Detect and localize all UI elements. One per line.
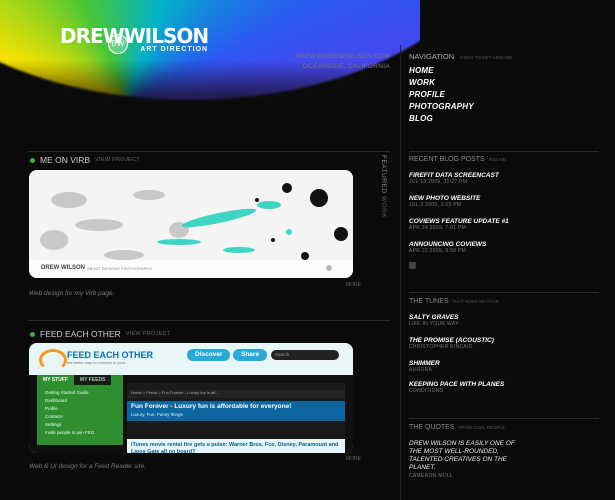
sidebar-item[interactable]: Contacts <box>37 413 123 421</box>
more-link[interactable]: MORE <box>346 282 361 288</box>
tunes-heading: THE TUNES THAT ROCK MY FACE <box>409 298 500 305</box>
divider <box>28 320 390 321</box>
tune-item[interactable]: SHIMMER AURORA <box>409 360 440 373</box>
nav-profile[interactable]: PROFILE <box>409 90 474 102</box>
section-title: FEED EACH OTHER <box>40 329 121 339</box>
story-title: Fun Forever - Luxury fun is affordable f… <box>131 403 292 410</box>
view-project-link[interactable]: VIEW PROJECT <box>126 331 171 337</box>
section-caption: Web design for my Virb page. <box>29 290 115 297</box>
section-caption: Web & UI design for a Feed Reader site. <box>29 463 146 470</box>
blog-post[interactable]: COVIEWS FEATURE UPDATE #1 APR 24 2009, 7:… <box>409 218 509 231</box>
blog-post[interactable]: FIREFIT DATA SCREENCAST JUL 18 2009, 11:2… <box>409 172 499 185</box>
section-title: ME ON VIRB <box>40 155 91 165</box>
story-sub: Luxury, Fun, Funny things <box>131 412 183 417</box>
section-feed-heading: FEED EACH OTHER VIEW PROJECT <box>30 329 171 339</box>
quotes-heading: THE QUOTES FROM COOL PEOPLE <box>409 424 505 431</box>
feed-sidebar: MY STUFF MY FEEDS Getting Started Guide … <box>37 375 123 445</box>
bullet-icon <box>30 157 35 163</box>
logo-badge-icon: BW <box>108 34 128 54</box>
tune-item[interactable]: SALTY GRAVES LIFE IN YOUR WAY <box>409 314 459 327</box>
discover-button[interactable]: Discover <box>187 349 231 361</box>
featured-work-label: FEATURED WORK <box>380 155 387 219</box>
contact-email[interactable]: DREW@DREWWILSON.COM <box>295 52 390 62</box>
nav-blog[interactable]: BLOG <box>409 114 474 126</box>
nav-heading: NAVIGATION A WAY TO GET AROUND <box>409 52 513 61</box>
quote-author: CAMERON MOLL <box>409 473 454 479</box>
blog-post[interactable]: NEW PHOTO WEBSITE JUL 3 2009, 3:15 PM <box>409 195 480 208</box>
divider <box>409 292 599 293</box>
nav-work[interactable]: WORK <box>409 78 474 90</box>
quote: DREW WILSON IS EASILY ONE OF THE MOST WE… <box>409 440 519 480</box>
bullet-icon <box>30 331 35 337</box>
feed-item-title: iTunes movie rental fire gets a pulse: W… <box>131 442 339 453</box>
feed-story[interactable]: Fun Forever - Luxury fun is affordable f… <box>127 401 345 421</box>
site-logo[interactable]: DREWWILSON ART DIRECTION <box>60 24 209 53</box>
feed-main: Home > Feeds > Fun Forever - Luxury fun … <box>127 383 345 453</box>
divider <box>409 151 599 152</box>
sidebar-item[interactable]: Invite people to join FEO <box>37 429 123 437</box>
virb-project-card[interactable]: DREW WILSON ABOUT DESIGNS PHOTOGRAPHS <box>29 170 353 278</box>
contact-info: DREW@DREWWILSON.COM OCEANSIDE, CALIFORNI… <box>295 52 390 72</box>
virb-card-name: DREW WILSON <box>41 265 85 271</box>
share-button[interactable]: Share <box>233 349 268 361</box>
divider <box>409 418 599 419</box>
virb-card-links: ABOUT DESIGNS PHOTOGRAPHS <box>87 266 152 271</box>
nav-photography[interactable]: PHOTOGRAPHY <box>409 102 474 114</box>
breadcrumb: Home > Feeds > Fun Forever - Luxury fun … <box>127 390 345 398</box>
feed-project-card[interactable]: FEED EACH OTHER the better way to connec… <box>29 343 353 453</box>
tab-my-feeds[interactable]: MY FEEDS <box>73 375 112 385</box>
sidebar-item[interactable]: Getting Started Guide <box>37 389 123 397</box>
sidebar-item[interactable]: Profile <box>37 405 123 413</box>
logo-name: DREWWILSON <box>60 24 209 48</box>
sidebar-item[interactable]: Dashboard <box>37 397 123 405</box>
nav-home[interactable]: HOME <box>409 66 474 78</box>
blog-post[interactable]: ANNOUNCING COVIEWS APR 22 2009, 9:58 PM <box>409 241 486 254</box>
tune-item[interactable]: THE PROMISE (ACOUSTIC) CHRISTOPHER KINCAI… <box>409 337 494 350</box>
more-link[interactable]: MORE <box>346 456 361 462</box>
tune-item[interactable]: KEEPING PACE WITH PLANES CONDITIONS <box>409 381 504 394</box>
section-virb-heading: ME ON VIRB VIEW PROJECT <box>30 155 140 165</box>
rss-logo-icon <box>39 349 67 371</box>
rss-icon[interactable] <box>409 262 416 269</box>
search-input[interactable]: Search <box>271 350 339 360</box>
view-project-link[interactable]: VIEW PROJECT <box>95 157 140 163</box>
sidebar-item[interactable]: Settings <box>37 421 123 429</box>
tab-my-stuff[interactable]: MY STUFF <box>37 375 74 385</box>
virb-splatter-art <box>29 170 353 278</box>
contact-location: OCEANSIDE, CALIFORNIA <box>302 63 390 70</box>
feed-title: FEED EACH OTHER <box>67 350 154 360</box>
column-divider <box>400 45 401 500</box>
divider <box>28 151 390 152</box>
blog-heading: RECENT BLOG POSTS RSS ME <box>409 156 506 163</box>
feed-item[interactable]: iTunes movie rental fire gets a pulse: W… <box>127 439 345 453</box>
main-nav: HOME WORK PROFILE PHOTOGRAPHY BLOG <box>409 66 474 126</box>
feed-tagline: the better way to connect to your... <box>67 360 129 365</box>
